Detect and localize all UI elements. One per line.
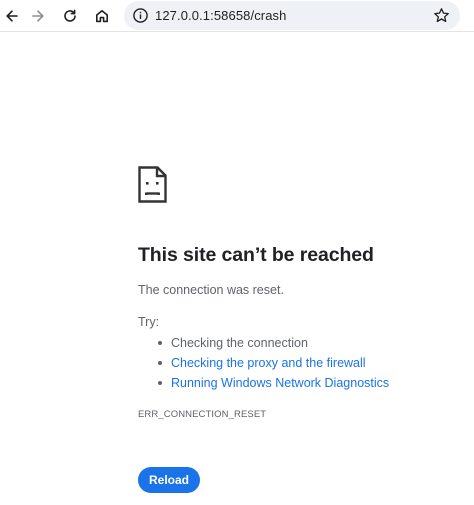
browser-toolbar: 127.0.0.1:58658/crash: [0, 0, 474, 32]
back-arrow-icon: [6, 10, 18, 22]
suggestions-list: Checking the connection Checking the pro…: [138, 334, 389, 394]
back-button[interactable]: [0, 4, 24, 28]
forward-arrow-icon: [32, 10, 44, 22]
suggestion-item: Checking the connection: [138, 334, 389, 354]
home-icon: [96, 10, 108, 23]
star-icon[interactable]: [433, 7, 450, 24]
sad-document-icon: [138, 166, 167, 203]
error-subtitle: The connection was reset.: [138, 283, 284, 297]
reload-button[interactable]: Reload: [138, 467, 200, 493]
bullet-icon: [158, 361, 162, 365]
reload-page-button[interactable]: [58, 4, 82, 28]
bullet-icon: [158, 341, 162, 345]
suggestion-item: Running Windows Network Diagnostics: [138, 374, 389, 394]
suggestion-item: Checking the proxy and the firewall: [138, 354, 389, 374]
error-code: ERR_CONNECTION_RESET: [138, 409, 267, 420]
suggestion-proxy-firewall-link[interactable]: Checking the proxy and the firewall: [171, 356, 366, 370]
suggestion-check-connection: Checking the connection: [171, 336, 308, 350]
error-title: This site can’t be reached: [138, 244, 374, 266]
bullet-icon: [158, 381, 162, 385]
home-button[interactable]: [90, 4, 114, 28]
suggestion-network-diagnostics-link[interactable]: Running Windows Network Diagnostics: [171, 376, 389, 390]
reload-icon: [64, 9, 76, 22]
url-text[interactable]: 127.0.0.1:58658/crash: [155, 7, 286, 24]
address-bar[interactable]: 127.0.0.1:58658/crash: [124, 1, 460, 30]
info-icon[interactable]: [132, 7, 149, 24]
forward-button[interactable]: [26, 4, 50, 28]
try-label: Try:: [138, 315, 160, 329]
